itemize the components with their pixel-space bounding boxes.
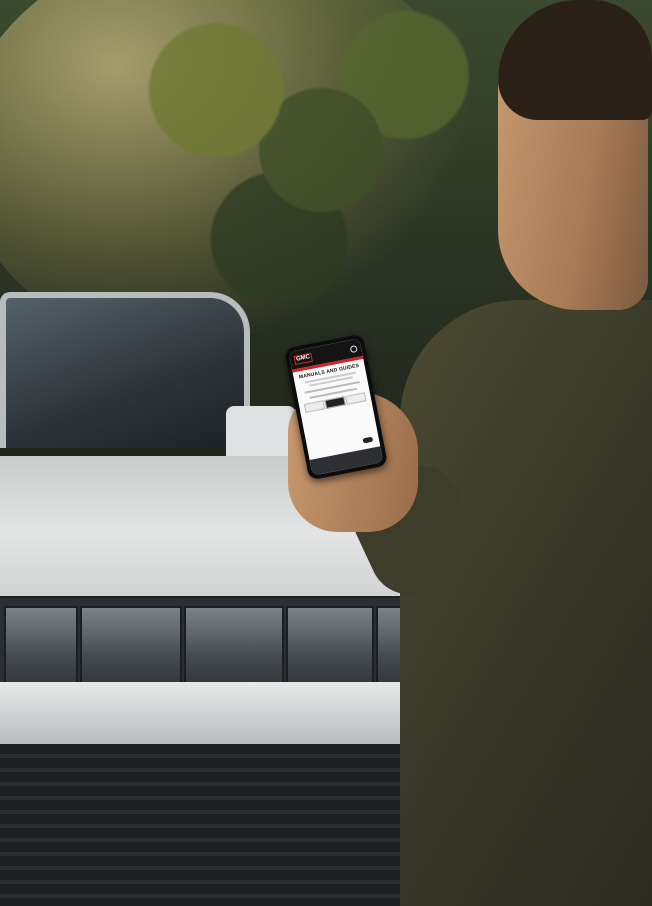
- light-panel: [80, 606, 182, 694]
- truck-windshield: [0, 292, 250, 448]
- light-panel: [4, 606, 78, 694]
- model-select: [345, 392, 367, 405]
- gmc-logo: GMC: [293, 352, 313, 365]
- olive-jacket: [400, 300, 652, 906]
- year-select: [303, 400, 326, 413]
- truck-bumper: [0, 682, 418, 744]
- light-panel: [286, 606, 374, 694]
- man-hair: [498, 0, 652, 120]
- truck-grille: [0, 744, 418, 906]
- light-panel: [184, 606, 284, 694]
- make-select: [324, 396, 346, 409]
- photo-scene: GMC MANUALS AND GUIDES: [0, 0, 652, 906]
- toggle-switch: [362, 436, 374, 444]
- search-icon: [349, 344, 358, 353]
